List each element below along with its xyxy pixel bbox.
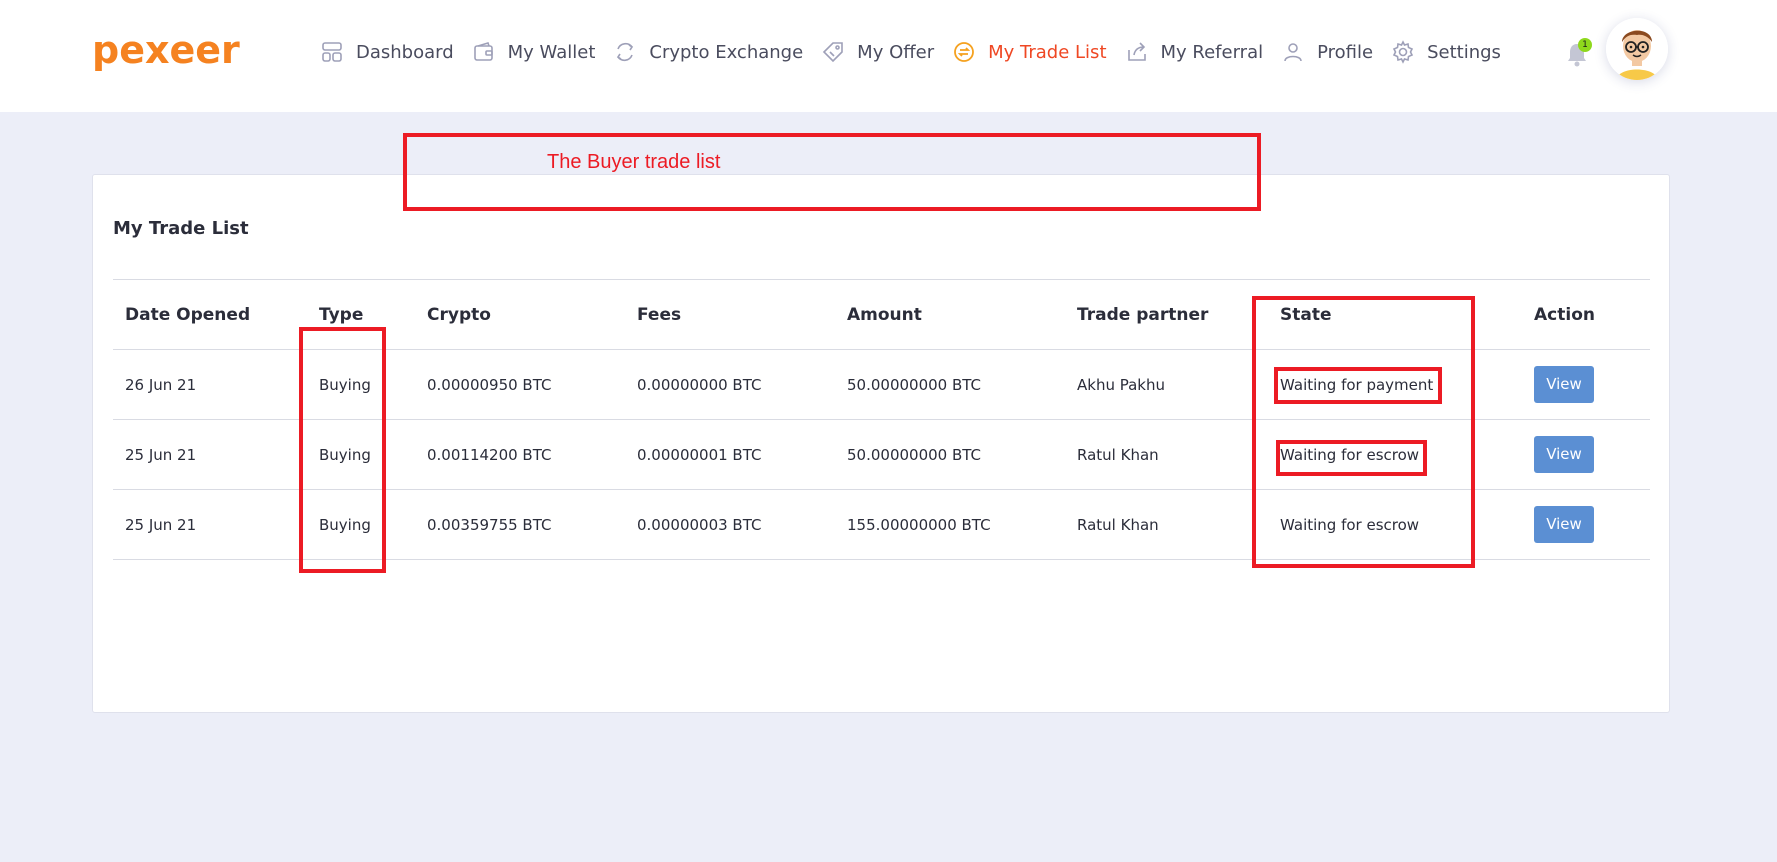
cell-fees: 0.00000000 BTC [625,349,835,420]
cell-date: 25 Jun 21 [113,489,307,560]
nav-label: My Referral [1160,41,1264,63]
cell-date: 26 Jun 21 [113,349,307,420]
column-header-fees: Fees [625,279,835,350]
nav-label: My Trade List [988,41,1107,63]
nav-label: Dashboard [356,41,454,63]
top-navigation-bar: pexeer Dashboard My Wallet Crypto Exchan… [0,0,1777,112]
wallet-icon [473,42,493,61]
trade-partner-link[interactable]: Ratul Khan [1065,419,1268,490]
nav-label: My Wallet [507,41,596,63]
notification-count-badge: 1 [1578,38,1592,52]
cell-fees: 0.00000001 BTC [625,419,835,490]
gear-icon [1392,40,1414,64]
nav-item-my-referral[interactable]: My Referral [1125,40,1264,64]
column-header-trade-partner: Trade partner [1065,279,1268,350]
cell-action: View [1522,419,1650,490]
share-icon [1127,42,1146,61]
nav-item-crypto-exchange[interactable]: Crypto Exchange [613,40,803,64]
annotation-box-state-column [1252,296,1475,568]
page-title: My Trade List [113,218,249,239]
annotation-box-state-escrow [1276,440,1427,476]
cell-fees: 0.00000003 BTC [625,489,835,560]
nav-item-profile[interactable]: Profile [1281,40,1373,64]
annotation-label: The Buyer trade list [547,151,721,173]
main-nav: Dashboard My Wallet Crypto Exchange My O… [320,38,1519,66]
view-button[interactable]: View [1534,436,1594,473]
cell-crypto: 0.00359755 BTC [415,489,625,560]
cell-amount: 155.00000000 BTC [835,489,1065,560]
trade-swap-icon [954,42,975,62]
dashboard-icon [322,42,342,62]
trade-partner-link[interactable]: Ratul Khan [1065,489,1268,560]
trade-partner-link[interactable]: Akhu Pakhu [1065,349,1268,420]
cell-date: 25 Jun 21 [113,419,307,490]
cell-crypto: 0.00000950 BTC [415,349,625,420]
view-button[interactable]: View [1534,366,1594,403]
avatar[interactable] [1606,18,1668,80]
cell-action: View [1522,489,1650,560]
cell-amount: 50.00000000 BTC [835,419,1065,490]
cell-amount: 50.00000000 BTC [835,349,1065,420]
cell-crypto: 0.00114200 BTC [415,419,625,490]
view-button[interactable]: View [1534,506,1594,543]
column-header-date-opened: Date Opened [113,279,307,350]
offer-tag-icon [823,42,843,63]
nav-item-my-offer[interactable]: My Offer [821,40,934,64]
nav-label: Profile [1317,41,1374,63]
cell-action: View [1522,349,1650,420]
nav-label: Settings [1427,41,1501,63]
annotation-box-type-column [299,327,386,573]
annotation-box-state-payment [1274,367,1442,404]
exchange-icon [617,42,634,62]
nav-label: My Offer [857,41,935,63]
annotation-box-title [403,133,1261,211]
nav-label: Crypto Exchange [649,41,804,63]
nav-item-dashboard[interactable]: Dashboard [320,40,454,64]
brand-logo[interactable]: pexeer [92,28,240,72]
nav-item-my-trade-list[interactable]: My Trade List [952,40,1107,64]
nav-item-my-wallet[interactable]: My Wallet [472,40,596,64]
column-header-crypto: Crypto [415,279,625,350]
user-icon [1284,43,1302,62]
column-header-action: Action [1522,279,1650,350]
column-header-amount: Amount [835,279,1065,350]
nav-item-settings[interactable]: Settings [1391,40,1501,64]
user-avatar-icon [1606,18,1668,80]
